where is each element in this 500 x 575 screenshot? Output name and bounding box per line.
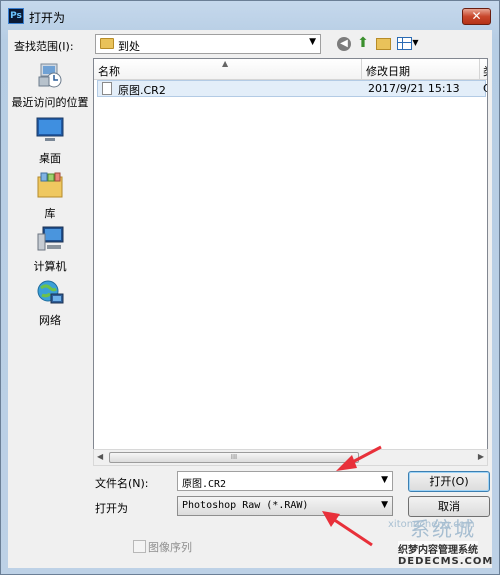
watermark-line1: 织梦内容管理系统 bbox=[398, 541, 478, 556]
watermark-line2: DEDECMS.COM bbox=[398, 556, 494, 567]
annotation-arrow-filename bbox=[336, 445, 382, 471]
annotation-arrows bbox=[322, 445, 382, 547]
annotation-arrow-format bbox=[322, 511, 373, 547]
watermark-site-text: xitongcheng.com bbox=[388, 519, 475, 530]
watermark: 系统城 xitongcheng.com 织梦内容管理系统 DEDECMS.COM bbox=[388, 515, 500, 575]
